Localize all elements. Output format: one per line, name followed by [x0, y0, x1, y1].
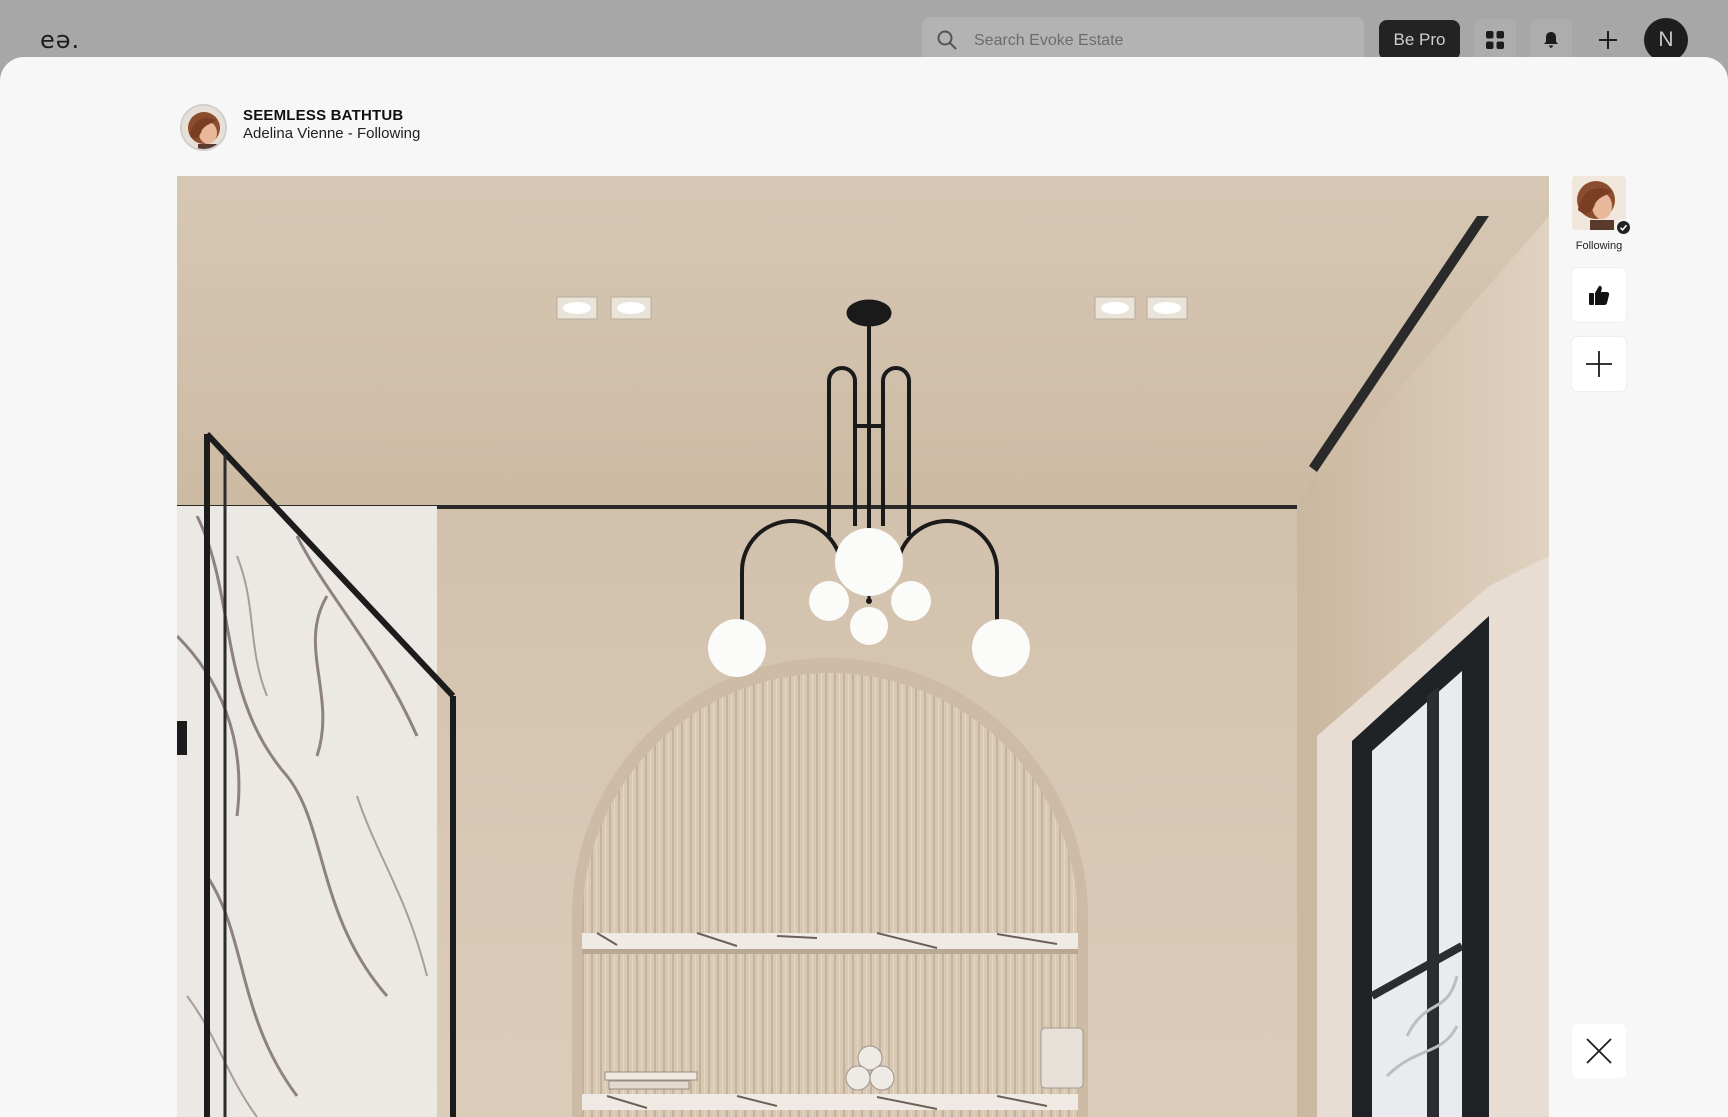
plus-icon — [1586, 351, 1612, 377]
bathroom-render-image — [177, 176, 1549, 1117]
post-modal: SEEMLESS BATHTUB Adelina Vienne - Follow… — [0, 57, 1728, 1117]
verified-check-icon — [1615, 219, 1632, 236]
search-icon — [937, 30, 957, 50]
author-avatar[interactable] — [180, 104, 227, 151]
user-avatar[interactable]: N — [1644, 18, 1688, 62]
apps-button[interactable] — [1474, 19, 1516, 61]
plus-icon — [1599, 31, 1617, 49]
like-button[interactable] — [1572, 268, 1626, 322]
add-to-collection-button[interactable] — [1572, 337, 1626, 391]
following-label[interactable]: Following — [1567, 240, 1631, 252]
site-logo[interactable]: eə. — [40, 26, 80, 54]
close-modal-button[interactable] — [1572, 1024, 1626, 1078]
bell-icon — [1544, 32, 1558, 48]
notifications-button[interactable] — [1530, 19, 1572, 61]
author-portrait-image — [182, 106, 225, 149]
post-image[interactable] — [177, 176, 1549, 1117]
post-title: SEEMLESS BATHTUB — [243, 107, 404, 124]
close-icon — [1586, 1038, 1612, 1064]
post-author-line[interactable]: Adelina Vienne - Following — [243, 125, 420, 142]
thumbs-up-icon — [1589, 285, 1610, 305]
create-button[interactable] — [1587, 19, 1629, 61]
be-pro-button[interactable]: Be Pro — [1379, 20, 1460, 60]
apps-grid-icon — [1486, 31, 1504, 49]
